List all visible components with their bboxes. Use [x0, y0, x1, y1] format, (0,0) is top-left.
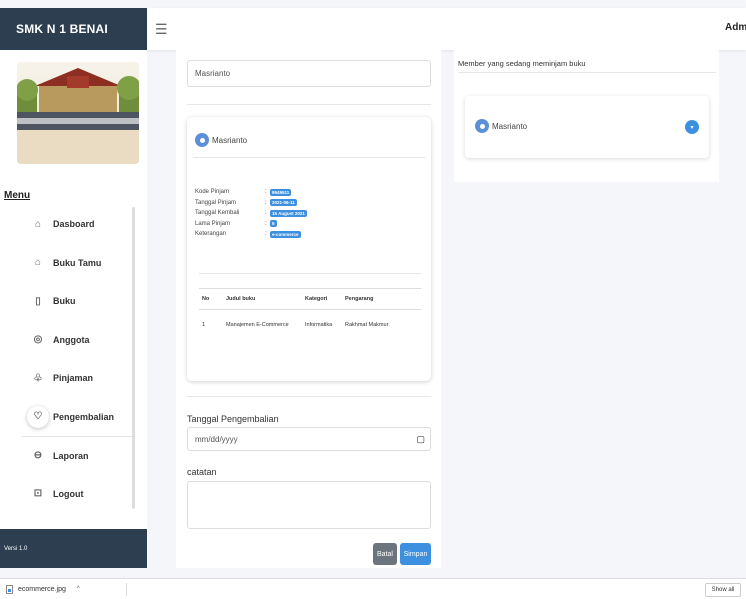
detail-badge: e-commerce: [270, 230, 301, 238]
loan-member-name: Masrianto: [212, 135, 248, 145]
sidebar-item-logout[interactable]: ⊡ Logout: [22, 475, 134, 514]
save-button[interactable]: Simpan: [400, 543, 431, 565]
sidebar-item-label: Logout: [53, 488, 84, 499]
gift-icon: ♧: [33, 372, 43, 384]
sidebar-menu: ⌂ Dasboard ⌂ Buku Tamu ▯ Buku ◎ Anggota …: [22, 205, 135, 514]
sidebar-item-label: Buku Tamu: [53, 257, 102, 268]
return-date-input[interactable]: mm/dd/yyyy ▢: [187, 427, 431, 451]
sidebar-item-label: Buku: [53, 296, 76, 307]
divider: [126, 583, 127, 596]
table-cell: Rakhmat Makmur: [345, 322, 389, 328]
home-icon: ⌂: [34, 218, 42, 230]
sidebar-item-pinjaman[interactable]: ♧ Pinjaman: [22, 359, 134, 398]
sidebar-item-buku[interactable]: ▯ Buku: [22, 282, 134, 321]
table-cell: Informatika: [305, 322, 333, 328]
return-form-card: Masrianto Masrianto Kode Pinjam : 994951…: [176, 50, 441, 568]
divider: [458, 72, 716, 73]
detail-row: Lama Pinjam : 5: [195, 219, 307, 230]
note-label: catatan: [187, 467, 217, 477]
detail-badge: 15 August 2021: [270, 209, 307, 217]
table-row: 1 Manajemen E-Commerce Informatika Rakhm…: [199, 310, 421, 340]
detail-label: Tanggal Pinjam: [195, 199, 237, 206]
sidebar-item-dasboard[interactable]: ⌂ Dasboard: [22, 205, 134, 244]
detail-label: Tanggal Kembali: [195, 210, 240, 217]
sidebar: SMK N 1 BENAI Menu ⌂ Dasboard ⌂ Buku Tam…: [0, 8, 147, 568]
sidebar-item-label: Pengembalian: [53, 411, 115, 422]
download-bar: ecommerce.jpg ^ Show all: [0, 578, 746, 599]
detail-label: Keterangan: [195, 231, 227, 238]
version-footer: Versi 1.0: [0, 529, 147, 568]
return-date-label: Tanggal Pengembalian: [187, 414, 279, 424]
divider: [187, 396, 431, 397]
cancel-button[interactable]: Batal: [373, 543, 397, 565]
detail-row: Tanggal Pinjam : 2021-06-11: [195, 198, 307, 209]
download-item[interactable]: ecommerce.jpg ^: [6, 584, 80, 594]
member-select-field[interactable]: Masrianto: [187, 60, 431, 87]
members-panel: Member yang sedang meminjam buku Masrian…: [454, 50, 719, 182]
printer-icon: ⊖: [33, 450, 43, 462]
table-header-cell: Pengarang: [345, 296, 374, 302]
chevron-up-icon[interactable]: ^: [77, 586, 80, 592]
detail-label: Lama Pinjam: [195, 220, 231, 227]
table-header-cell: No: [202, 296, 210, 302]
note-textarea[interactable]: [187, 481, 431, 529]
loan-details: Kode Pinjam : 9949511 Tanggal Pinjam : 2…: [195, 187, 307, 240]
loan-member: Masrianto: [195, 133, 247, 147]
app-root: SMK N 1 BENAI Menu ⌂ Dasboard ⌂ Buku Tam…: [0, 0, 746, 599]
sidebar-item-label: Anggota: [53, 334, 90, 345]
sidebar-item-label: Pinjaman: [53, 373, 94, 384]
avatar-icon: [195, 133, 209, 147]
detail-badge: 9949511: [270, 188, 292, 196]
members-panel-title: Member yang sedang meminjam buku: [458, 59, 586, 68]
version-text: Versi 1.0: [4, 545, 28, 552]
table-header-cell: Kategori: [305, 296, 328, 302]
school-photo: [17, 62, 139, 164]
detail-row: Tanggal Kembali : 15 August 2021: [195, 208, 307, 219]
member-select-value: Masrianto: [195, 69, 231, 78]
image-file-icon: [6, 584, 13, 594]
sidebar-item-laporan[interactable]: ⊖ Laporan: [22, 436, 134, 475]
menu-title: Menu: [4, 190, 31, 201]
user-name[interactable]: Admin: [725, 22, 746, 33]
download-file-name: ecommerce.jpg: [18, 585, 66, 593]
member-name: Masrianto: [492, 121, 528, 131]
top-header: ☰ Admin: [147, 8, 746, 50]
logout-icon: ⊡: [33, 488, 43, 500]
sidebar-item-label: Laporan: [53, 450, 89, 461]
divider: [187, 104, 431, 105]
loan-detail-card: Masrianto Kode Pinjam : 9949511 Tanggal …: [187, 117, 431, 381]
book-table: No Judul buku Kategori Pengarang 1 Manaj…: [199, 288, 421, 340]
hamburger-menu-icon[interactable]: ☰: [155, 21, 168, 38]
table-cell: 1: [202, 322, 206, 328]
shield-icon: ♡: [27, 405, 49, 428]
return-date-placeholder: mm/dd/yyyy: [195, 434, 238, 444]
sidebar-item-buku-tamu[interactable]: ⌂ Buku Tamu: [22, 244, 134, 283]
sidebar-item-label: Dasboard: [53, 219, 95, 230]
calendar-icon[interactable]: ▢: [416, 434, 425, 445]
divider: [193, 157, 425, 158]
member-item: Masrianto: [475, 119, 527, 133]
sidebar-item-pengembalian[interactable]: ♡ Pengembalian: [22, 398, 134, 437]
member-card[interactable]: Masrianto ▾: [465, 96, 709, 158]
detail-badge: 2021-06-11: [270, 199, 297, 207]
book-icon: ▯: [35, 295, 41, 307]
table-header: No Judul buku Kategori Pengarang: [199, 288, 421, 310]
user-circle-icon: ◎: [33, 334, 43, 346]
chevron-down-icon[interactable]: ▾: [685, 120, 699, 134]
table-header-cell: Judul buku: [226, 296, 256, 302]
brand-title[interactable]: SMK N 1 BENAI: [0, 8, 147, 50]
show-all-button[interactable]: Show all: [705, 583, 741, 597]
detail-label: Kode Pinjam: [195, 189, 230, 196]
sidebar-scrollbar[interactable]: [132, 207, 135, 509]
detail-badge: 5: [270, 220, 277, 228]
divider: [199, 273, 421, 274]
table-cell: Manajemen E-Commerce: [226, 322, 289, 328]
detail-row: Keterangan : e-commerce: [195, 229, 307, 240]
detail-row: Kode Pinjam : 9949511: [195, 187, 307, 198]
avatar-icon: [475, 119, 489, 133]
sidebar-item-anggota[interactable]: ◎ Anggota: [22, 321, 134, 360]
building-icon: ⌂: [34, 257, 42, 269]
